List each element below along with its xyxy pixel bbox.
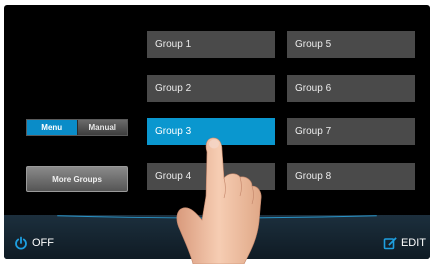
device-frame: Menu Manual More Groups Group 1 Group 2 … [0, 0, 434, 264]
group-6-button[interactable]: Group 6 [287, 75, 415, 102]
group-7-button[interactable]: Group 7 [287, 118, 415, 145]
power-off-button[interactable]: OFF [14, 234, 54, 252]
edit-label: EDIT [400, 237, 426, 249]
group-1-button[interactable]: Group 1 [147, 31, 275, 58]
group-2-button[interactable]: Group 2 [147, 75, 275, 102]
edit-button[interactable]: EDIT [383, 234, 426, 252]
group-3-button[interactable]: Group 3 [147, 118, 275, 145]
power-icon [14, 236, 28, 250]
menu-mode-button[interactable]: Menu [27, 120, 77, 135]
bottom-bar-glow [57, 215, 377, 219]
mode-toggle: Menu Manual [26, 119, 128, 136]
group-4-button[interactable]: Group 4 [147, 163, 275, 190]
touch-screen: Menu Manual More Groups Group 1 Group 2 … [4, 5, 430, 259]
group-5-button[interactable]: Group 5 [287, 31, 415, 58]
more-groups-button[interactable]: More Groups [26, 166, 128, 192]
power-off-label: OFF [32, 237, 54, 249]
group-8-button[interactable]: Group 8 [287, 163, 415, 190]
edit-icon [383, 236, 397, 250]
manual-mode-button[interactable]: Manual [76, 120, 127, 135]
bottom-bar [4, 215, 430, 259]
